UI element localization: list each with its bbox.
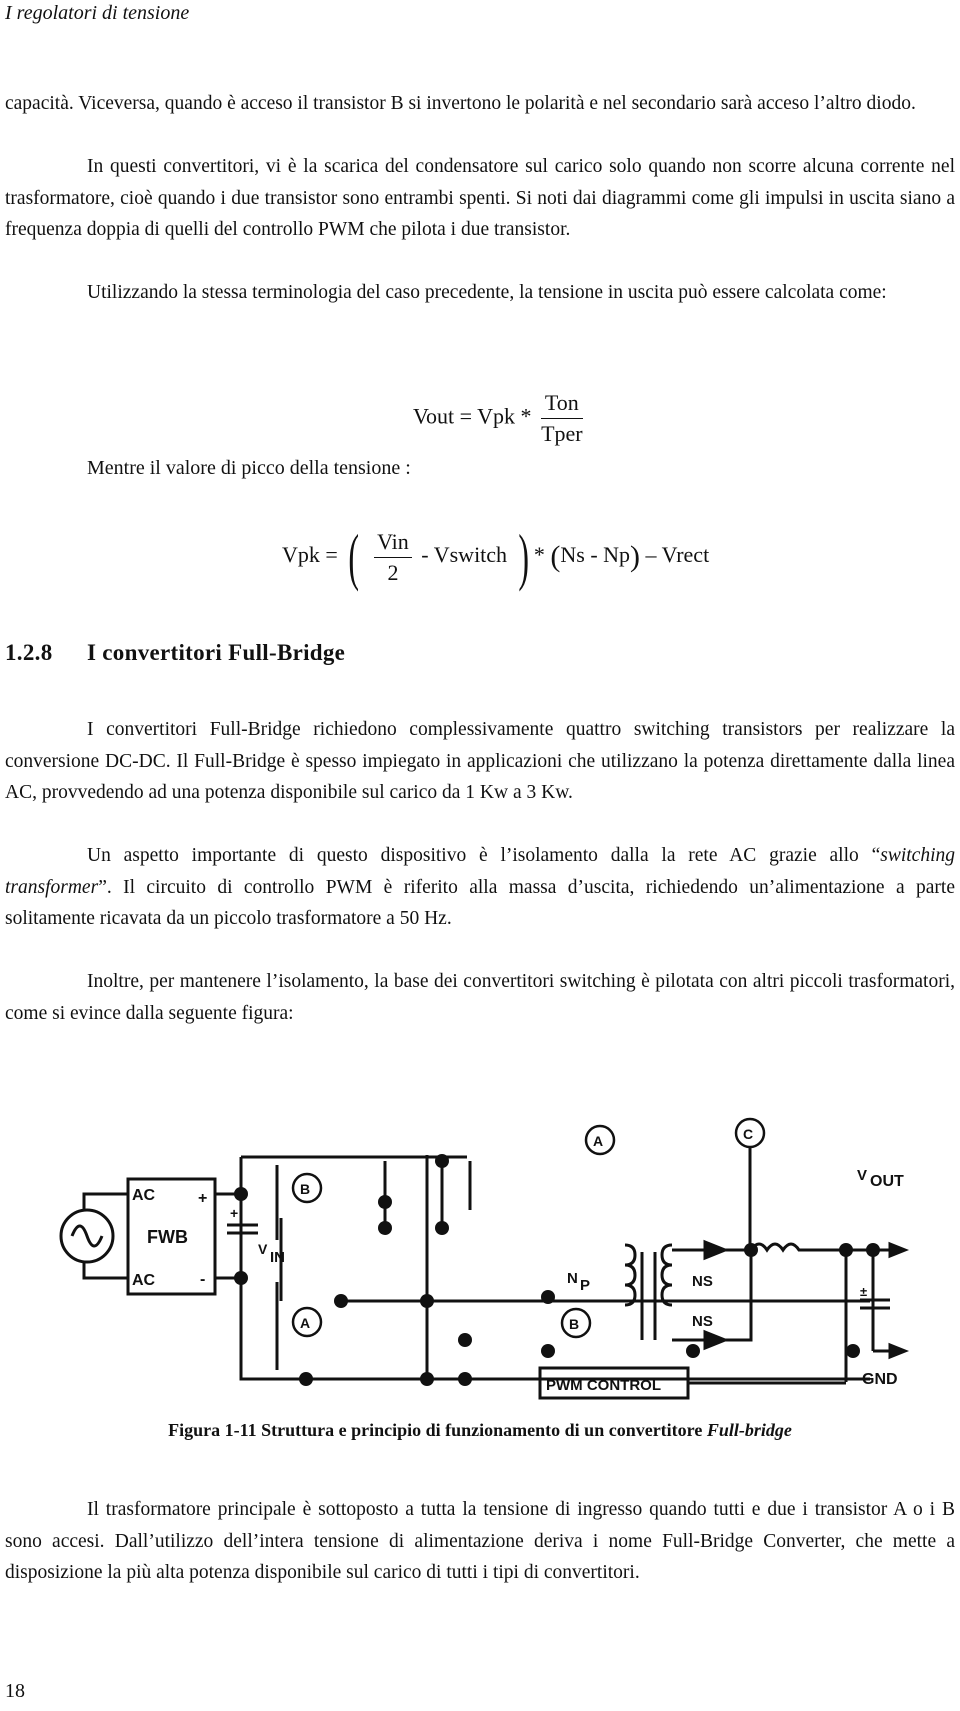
svg-text:±: ±	[860, 1284, 867, 1299]
paragraph: I convertitori Full-Bridge richiedono co…	[5, 719, 955, 803]
fraction: Ton Tper	[541, 390, 583, 446]
svg-text:V: V	[258, 1241, 268, 1257]
equation-vpk: Vpk = ( Vin 2 - Vswitch ) * (Ns - Np) – V…	[282, 521, 710, 592]
svg-text:P: P	[580, 1277, 590, 1294]
paragraph: Un aspetto importante di questo disposit…	[5, 845, 955, 929]
figure-caption: Figura 1-11 Struttura e principio di fun…	[168, 1420, 792, 1440]
svg-text:FWB: FWB	[147, 1227, 188, 1247]
svg-text:C: C	[743, 1126, 753, 1142]
svg-text:A: A	[593, 1133, 603, 1149]
primary-winding	[624, 1243, 637, 1307]
svg-text:AC: AC	[132, 1272, 156, 1289]
transformer-core	[640, 1252, 657, 1340]
secondary-winding	[660, 1243, 673, 1307]
equation-vout: Vout = Vpk * Ton Tper	[413, 388, 587, 449]
paragraph: In questi convertitori, vi è la scarica …	[5, 156, 955, 240]
svg-text:AC: AC	[132, 1187, 156, 1204]
wire	[279, 1155, 870, 1381]
svg-text:-: -	[200, 1271, 205, 1288]
rectifier-diodes	[703, 1239, 730, 1351]
paragraph: Utilizzando la stessa terminologia del c…	[87, 282, 887, 303]
gnd-arrow-icon	[873, 1342, 910, 1360]
paragraph: Il trasformatore principale è sottoposto…	[5, 1499, 955, 1583]
open-paren: (	[348, 521, 360, 592]
svg-text:+: +	[230, 1205, 238, 1221]
close-paren: )	[517, 521, 529, 592]
wire	[844, 1250, 875, 1382]
paragraph: Inoltre, per mantenere l’isolamento, la …	[5, 971, 955, 1024]
svg-text:IN: IN	[270, 1249, 285, 1266]
junction-dots	[234, 1154, 880, 1386]
svg-text:A: A	[300, 1315, 310, 1331]
running-header: I regolatori di tensione	[5, 2, 190, 24]
paragraph: capacità. Viceversa, quando è acceso il …	[5, 93, 916, 114]
svg-text:OUT: OUT	[870, 1173, 904, 1190]
fraction: Vin 2	[374, 527, 412, 588]
full-bridge-circuit-diagram: AC AC FWB + - + V IN B A A B C N P NS NS…	[59, 1117, 910, 1400]
svg-text:B: B	[300, 1181, 310, 1197]
svg-text:GND: GND	[862, 1371, 898, 1388]
svg-text:NS: NS	[692, 1273, 713, 1290]
ac-source-icon	[59, 1192, 128, 1280]
mid-text: Mentre il valore di picco della tensione…	[87, 457, 411, 479]
svg-text:NS: NS	[692, 1313, 713, 1330]
section-heading: 1.2.8 I convertitori Full-Bridge	[5, 640, 346, 665]
svg-text:PWM CONTROL: PWM CONTROL	[546, 1377, 661, 1394]
svg-text:N: N	[567, 1270, 578, 1287]
output-capacitor	[860, 1298, 890, 1310]
svg-text:B: B	[569, 1316, 579, 1332]
wire	[215, 1155, 500, 1381]
page-number: 18	[5, 1680, 25, 1702]
svg-text:+: +	[198, 1190, 207, 1207]
svg-text:V: V	[857, 1167, 867, 1184]
